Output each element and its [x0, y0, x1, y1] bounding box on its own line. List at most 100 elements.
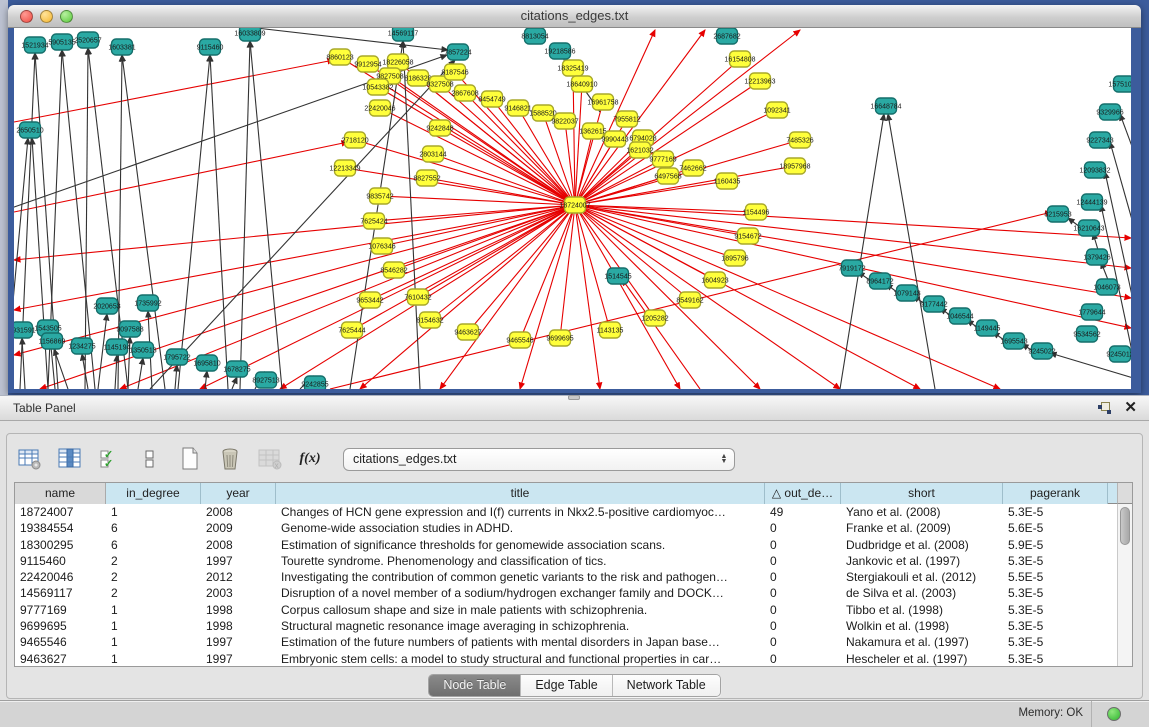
- close-panel-icon[interactable]: ✕: [1124, 401, 1137, 415]
- graph-node-yellow[interactable]: 8154632: [416, 312, 443, 328]
- graph-node-yellow[interactable]: 7462662: [679, 160, 706, 176]
- graph-node-teal[interactable]: 9242855: [301, 376, 328, 389]
- table-panel-titlebar[interactable]: Table Panel ✕: [0, 395, 1149, 421]
- graph-node-teal[interactable]: 1234275: [68, 338, 95, 354]
- graph-edge[interactable]: [840, 114, 884, 389]
- graph-node-yellow[interactable]: 1895796: [721, 250, 748, 266]
- graph-node-yellow[interactable]: 9912954: [354, 56, 381, 72]
- graph-node-teal[interactable]: 1695810: [193, 355, 220, 371]
- graph-edge[interactable]: [433, 154, 575, 205]
- graph-node-teal[interactable]: 1046544: [946, 308, 973, 324]
- graph-edge[interactable]: [175, 365, 177, 389]
- graph-node-yellow[interactable]: 7625424: [360, 213, 387, 229]
- graph-node-yellow[interactable]: 2867608: [451, 85, 478, 101]
- graph-edge[interactable]: [150, 60, 455, 389]
- graph-edge[interactable]: [250, 41, 282, 389]
- graph-node-yellow[interactable]: 2718120: [341, 132, 368, 148]
- graph-node-yellow[interactable]: 1154496: [743, 204, 770, 220]
- graph-node-yellow[interactable]: 7625444: [338, 322, 365, 338]
- graph-node-yellow[interactable]: 9822037: [551, 113, 578, 129]
- tab-edge-table[interactable]: Edge Table: [521, 675, 612, 696]
- graph-node-yellow[interactable]: 7485326: [786, 132, 813, 148]
- graph-edge[interactable]: [575, 131, 593, 205]
- column-header-year[interactable]: year: [201, 483, 276, 504]
- table-row[interactable]: 946554611997Estimation of the future num…: [15, 634, 1132, 650]
- graph-node-teal[interactable]: 12444139: [1076, 194, 1107, 210]
- graph-node-teal[interactable]: 1079143: [893, 285, 920, 301]
- graph-node-yellow[interactable]: 8827552: [413, 170, 440, 186]
- graph-edge[interactable]: [575, 84, 582, 205]
- graph-edge[interactable]: [560, 205, 575, 338]
- graph-node-teal[interactable]: 16033809: [234, 28, 265, 41]
- tab-network-table[interactable]: Network Table: [613, 675, 720, 696]
- function-builder-icon[interactable]: f(x): [297, 446, 323, 472]
- table-row[interactable]: 2242004622012Investigating the contribut…: [15, 569, 1132, 585]
- graph-node-yellow[interactable]: 16961758: [587, 94, 618, 110]
- graph-edge[interactable]: [115, 355, 117, 389]
- graph-node-teal[interactable]: 9177442: [920, 296, 947, 312]
- graph-edge[interactable]: [22, 338, 25, 389]
- graph-node-yellow[interactable]: 1076346: [368, 238, 395, 254]
- graph-edge[interactable]: [200, 205, 575, 389]
- graph-node-teal[interactable]: 1603381: [108, 39, 135, 55]
- graph-edge[interactable]: [360, 205, 575, 389]
- graph-node-teal[interactable]: 2687682: [713, 28, 740, 44]
- graph-node-teal[interactable]: 9227343: [1086, 132, 1113, 148]
- scrollbar-thumb[interactable]: [1120, 507, 1130, 545]
- graph-edge[interactable]: [14, 60, 334, 122]
- graph-node-yellow[interactable]: 2803144: [419, 146, 446, 162]
- new-table-icon[interactable]: [177, 446, 203, 472]
- column-header-out_degree[interactable]: △ out_de…: [765, 483, 841, 504]
- graph-node-yellow[interactable]: 1092341: [763, 102, 790, 118]
- graph-edge[interactable]: [520, 205, 575, 340]
- graph-node-teal[interactable]: 2520657: [74, 32, 101, 48]
- table-selector-dropdown[interactable]: citations_edges.txt ▲▼: [343, 448, 735, 471]
- graph-node-yellow[interactable]: 9990443: [601, 131, 628, 147]
- graph-node-teal[interactable]: 1678275: [223, 361, 250, 377]
- table-row[interactable]: 977716911998Corpus callosum shape and si…: [15, 602, 1132, 618]
- graph-node-teal[interactable]: 1046073: [1093, 279, 1120, 295]
- graph-edge[interactable]: [1120, 114, 1131, 168]
- graph-node-teal[interactable]: 5905135: [48, 34, 75, 50]
- graph-node-teal[interactable]: 1379426: [1083, 249, 1110, 265]
- column-header-in_degree[interactable]: in_degree: [106, 483, 201, 504]
- graph-node-teal[interactable]: 15751074: [1108, 76, 1131, 92]
- graph-node-teal[interactable]: 7857224: [444, 44, 471, 60]
- graph-edge[interactable]: [888, 114, 935, 389]
- graph-node-teal[interactable]: 8215953: [1044, 206, 1071, 222]
- float-panel-icon[interactable]: [1098, 402, 1112, 415]
- network-canvas[interactable]: 8860123991295418226058982750881863289327…: [14, 28, 1131, 389]
- graph-edge[interactable]: [14, 205, 575, 355]
- graph-node-teal[interactable]: 16648784: [870, 98, 901, 114]
- graph-edge[interactable]: [1110, 142, 1131, 248]
- graph-node-yellow[interactable]: 18640910: [566, 76, 597, 92]
- graph-node-teal[interactable]: 9534562: [1073, 326, 1100, 342]
- memory-status-icon[interactable]: [1107, 707, 1121, 721]
- table-row[interactable]: 1938455462009Genome-wide association stu…: [15, 520, 1132, 536]
- graph-node-teal[interactable]: 9329966: [1096, 104, 1123, 120]
- graph-node-teal[interactable]: 1695543: [1000, 333, 1027, 349]
- graph-edge[interactable]: [232, 377, 237, 389]
- graph-edge[interactable]: [575, 205, 760, 389]
- delete-rows-trash-icon[interactable]: [217, 446, 243, 472]
- graph-node-yellow[interactable]: 16154808: [724, 51, 755, 67]
- graph-edge[interactable]: [14, 142, 348, 212]
- graph-node-teal[interactable]: 1735992: [134, 295, 161, 311]
- graph-node-teal[interactable]: 2020653: [93, 298, 120, 314]
- graph-node-yellow[interactable]: 9463627: [454, 324, 481, 340]
- table-row[interactable]: 911546021997Tourette syndrome. Phenomeno…: [15, 553, 1132, 569]
- column-header-name[interactable]: name: [15, 483, 106, 504]
- graph-node-teal[interactable]: 1779644: [1078, 304, 1105, 320]
- tab-node-table[interactable]: Node Table: [429, 675, 521, 696]
- vertical-scrollbar[interactable]: [1117, 504, 1132, 666]
- column-header-short[interactable]: short: [841, 483, 1003, 504]
- graph-node-yellow[interactable]: 9777169: [649, 151, 676, 167]
- graph-node-teal[interactable]: 19218586: [544, 43, 575, 59]
- graph-node-teal[interactable]: 9115460: [197, 39, 224, 55]
- graph-node-yellow[interactable]: 12213349: [329, 160, 360, 176]
- column-header-title[interactable]: title: [276, 483, 765, 504]
- show-columns-icon[interactable]: [57, 446, 83, 472]
- table-row[interactable]: 946362711997Embryonic stem cells: a mode…: [15, 651, 1132, 667]
- graph-edge[interactable]: [122, 55, 165, 389]
- graph-edge[interactable]: [575, 30, 800, 205]
